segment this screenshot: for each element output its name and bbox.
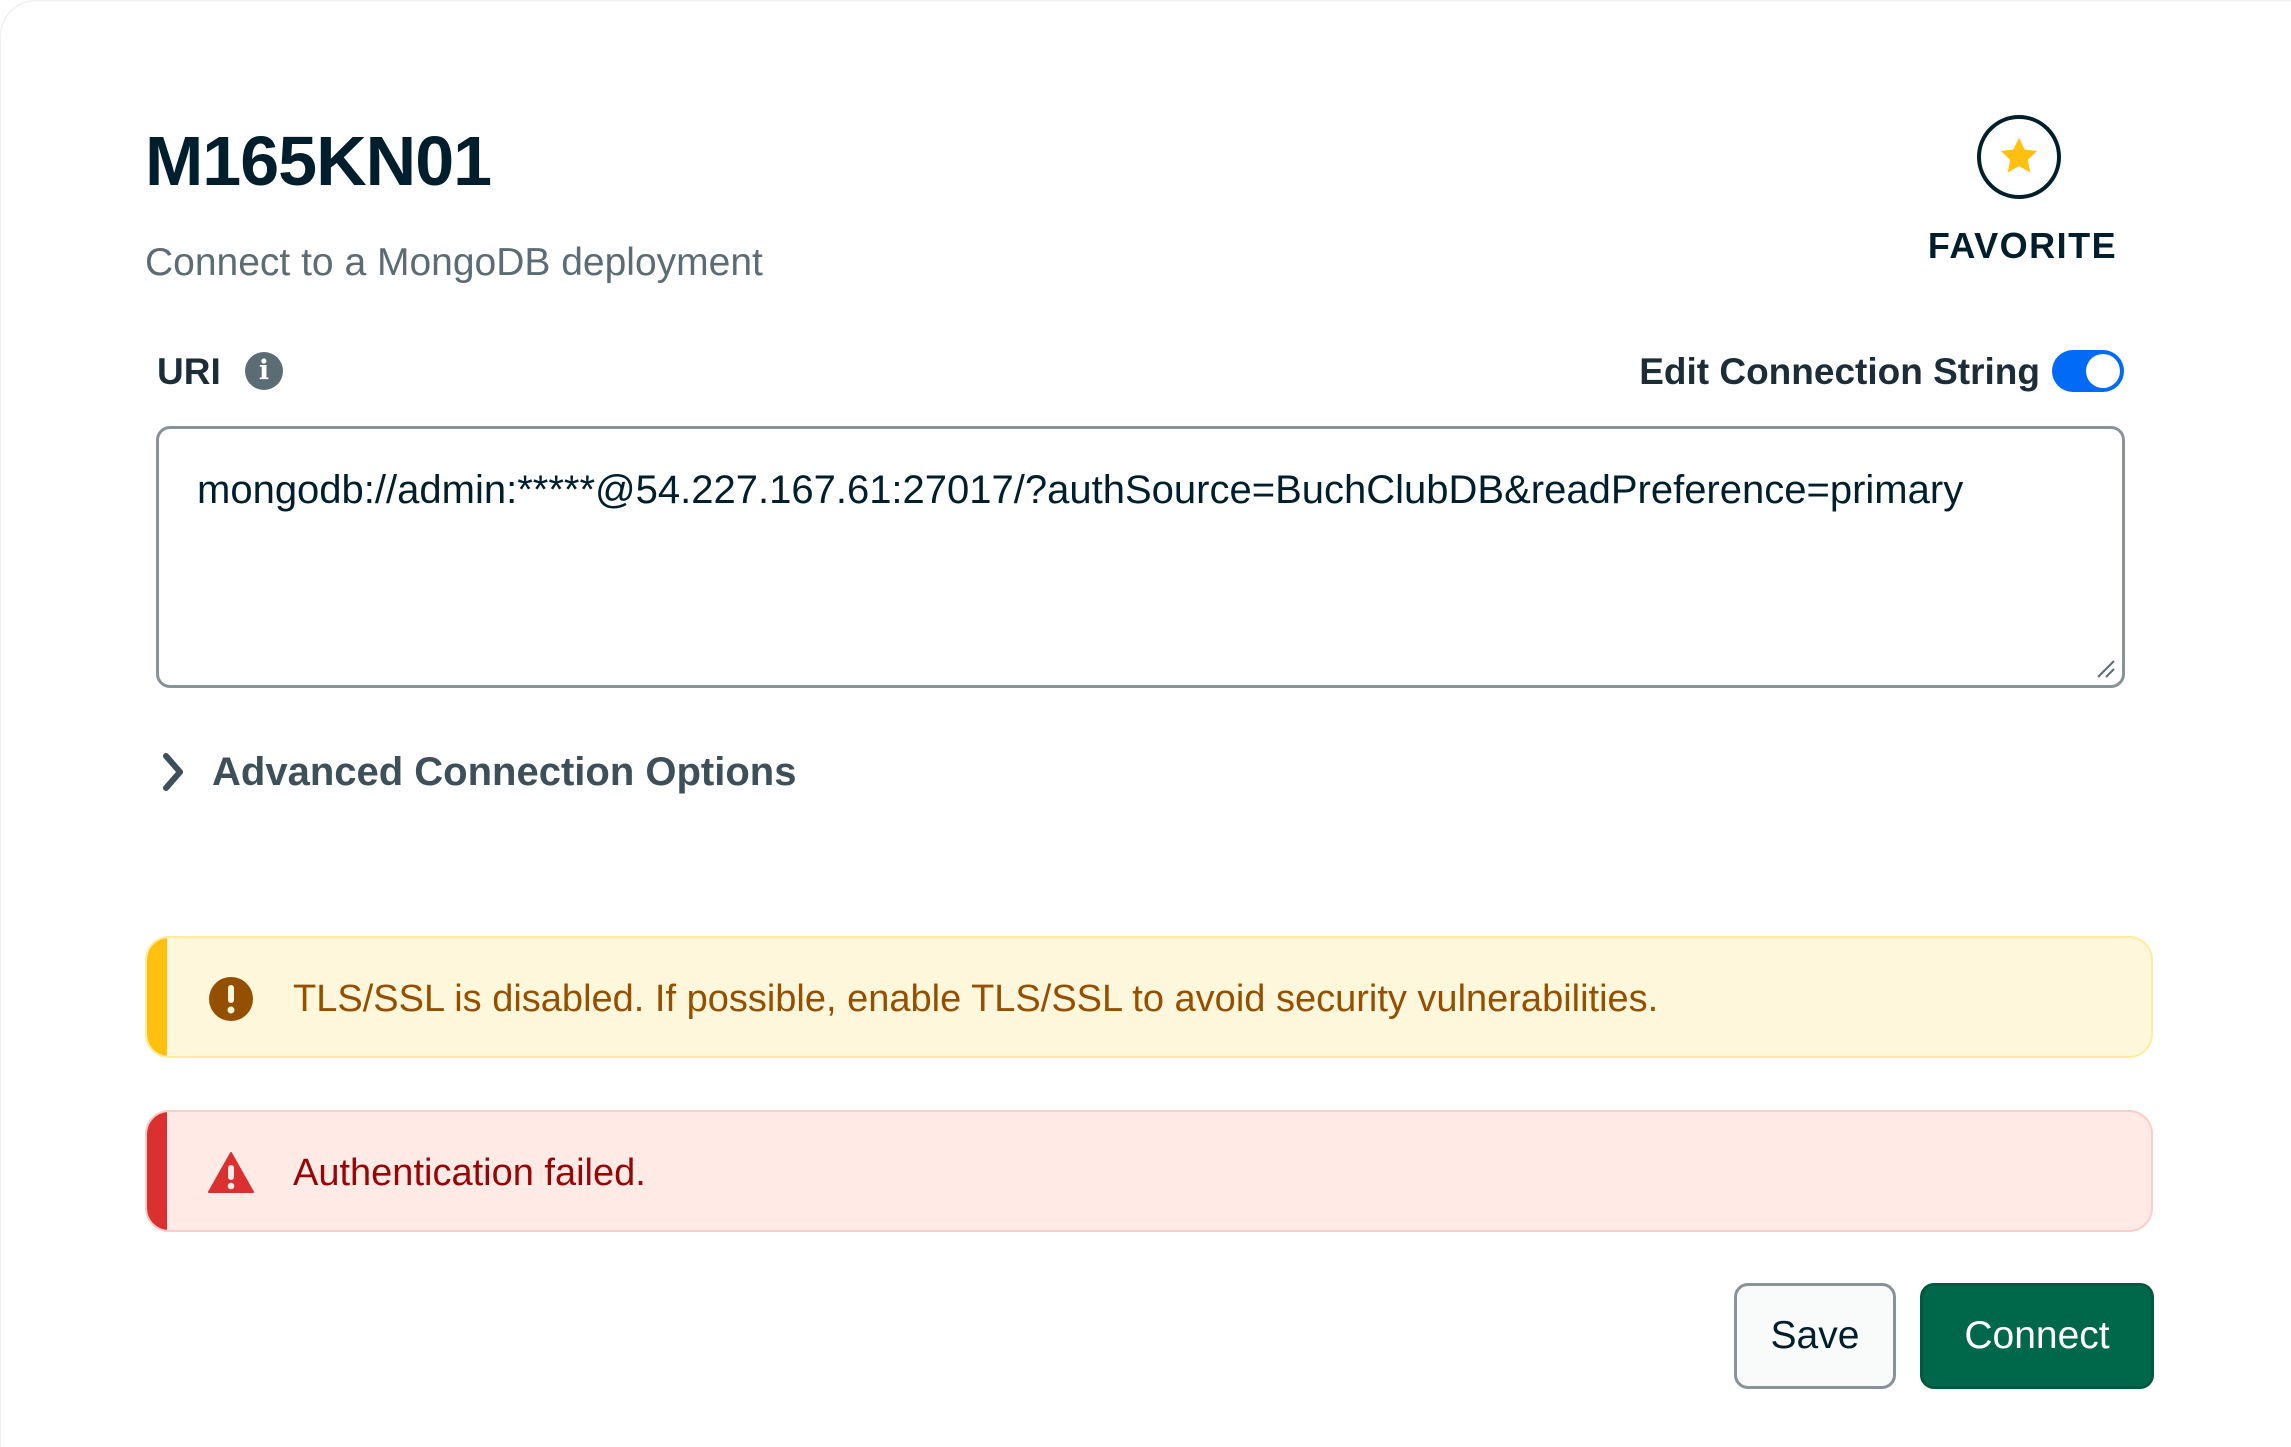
page-title: M165KN01 — [145, 122, 492, 200]
tls-warning-banner: TLS/SSL is disabled. If possible, enable… — [145, 936, 2153, 1058]
error-stripe — [147, 1112, 167, 1230]
chevron-right-icon — [163, 753, 183, 791]
connect-button[interactable]: Connect — [1920, 1283, 2154, 1389]
edit-connection-string-toggle[interactable] — [2052, 350, 2124, 392]
error-message: Authentication failed. — [293, 1152, 646, 1194]
edit-connection-string-label: Edit Connection String — [1639, 351, 2040, 392]
exclamation-circle-icon — [209, 977, 253, 1021]
page-subtitle: Connect to a MongoDB deployment — [145, 241, 763, 284]
info-icon[interactable]: i — [245, 352, 283, 390]
connection-form: M165KN01 Connect to a MongoDB deployment… — [0, 0, 2291, 1447]
warning-triangle-icon — [208, 1152, 254, 1193]
favorite-label: FAVORITE — [1927, 225, 2118, 266]
connection-string-input[interactable]: mongodb://admin:*****@54.227.167.61:2701… — [156, 426, 2125, 688]
advanced-connection-options-label: Advanced Connection Options — [212, 750, 797, 794]
toggle-knob — [2086, 354, 2120, 388]
connection-string-value: mongodb://admin:*****@54.227.167.61:2701… — [197, 468, 1964, 512]
warning-stripe — [147, 938, 167, 1056]
save-button[interactable]: Save — [1734, 1283, 1896, 1389]
favorite-button[interactable]: FAVORITE — [1920, 113, 2125, 278]
warning-message: TLS/SSL is disabled. If possible, enable… — [293, 978, 1659, 1020]
uri-label: URI — [157, 351, 221, 392]
favorite-star-icon — [1977, 115, 2061, 199]
auth-error-banner: Authentication failed. — [145, 1110, 2153, 1232]
resize-grip-icon[interactable] — [2094, 657, 2116, 679]
